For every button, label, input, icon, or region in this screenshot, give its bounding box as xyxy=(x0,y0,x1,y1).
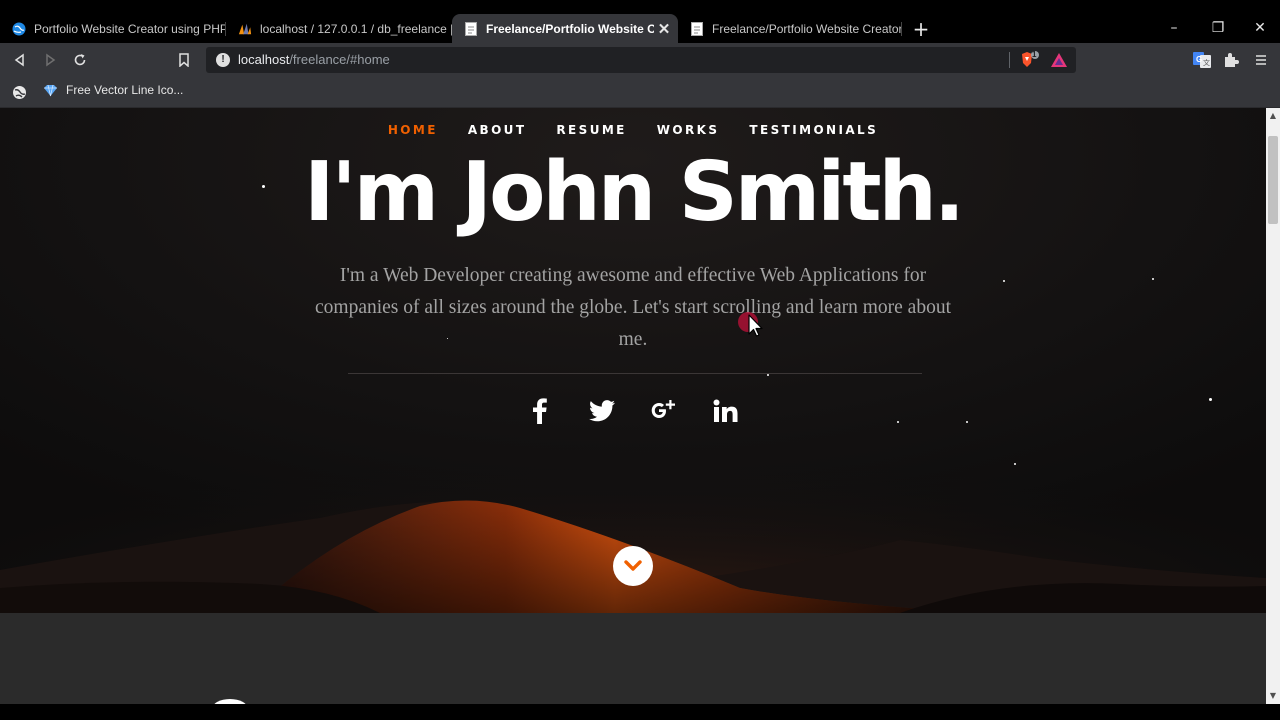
star xyxy=(1014,463,1016,465)
forward-button[interactable] xyxy=(38,49,62,71)
omnibox-divider xyxy=(1009,52,1010,68)
bookmark-label: Free Vector Line Ico... xyxy=(66,83,184,97)
nav-resume[interactable]: RESUME xyxy=(556,123,626,137)
tab-portfolio-creator[interactable]: Portfolio Website Creator using PHP w xyxy=(0,14,226,43)
shields-badge: 1 xyxy=(1032,50,1037,59)
extensions-button[interactable] xyxy=(1219,49,1243,71)
chevron-down-icon xyxy=(624,560,642,572)
close-tab-icon[interactable]: ✕ xyxy=(654,20,674,38)
svg-text:G: G xyxy=(1196,55,1202,64)
reload-icon xyxy=(74,54,86,66)
nav-testimonials[interactable]: TESTIMONIALS xyxy=(749,123,878,137)
facebook-icon xyxy=(533,398,547,424)
google-translate-icon: G文 xyxy=(1193,52,1211,68)
divider xyxy=(348,373,922,374)
minimize-button[interactable]: – xyxy=(1152,14,1196,42)
mouse-cursor xyxy=(738,310,764,346)
globe-icon xyxy=(12,22,26,36)
url-path: /freelance/#home xyxy=(289,52,390,67)
back-icon xyxy=(14,53,24,67)
tab-freelance-active[interactable]: Freelance/Portfolio Website Creat ✕ xyxy=(452,14,678,43)
translate-button[interactable]: G文 xyxy=(1190,49,1214,71)
bookmark-icon xyxy=(179,53,189,67)
page-scrollbar[interactable]: ▲ ▼ xyxy=(1266,108,1280,704)
phpmyadmin-icon xyxy=(238,22,252,36)
bookmark-button[interactable] xyxy=(172,49,196,71)
linkedin-link[interactable] xyxy=(709,394,743,428)
tab-freelance[interactable]: Freelance/Portfolio Website Creator xyxy=(678,14,902,43)
apps-globe-icon[interactable] xyxy=(12,85,27,104)
new-tab-button[interactable]: + xyxy=(908,16,934,42)
tab-title: Freelance/Portfolio Website Creat xyxy=(486,21,654,36)
tab-title: Freelance/Portfolio Website Creator xyxy=(712,21,902,36)
page-headline: I'm John Smith. xyxy=(303,145,965,240)
puzzle-icon xyxy=(1225,53,1239,67)
forward-icon xyxy=(46,53,56,67)
address-bar[interactable]: ! localhost/freelance/#home 1 xyxy=(206,47,1076,73)
svg-text:文: 文 xyxy=(1203,58,1210,67)
maximize-button[interactable]: ❐ xyxy=(1196,14,1240,42)
tab-separator xyxy=(901,22,902,36)
nav-works[interactable]: WORKS xyxy=(657,123,720,137)
star xyxy=(1152,278,1154,280)
tab-title: Portfolio Website Creator using PHP w xyxy=(34,21,226,36)
reload-button[interactable] xyxy=(68,49,92,71)
scroll-down-button[interactable] xyxy=(613,546,653,586)
facebook-link[interactable] xyxy=(523,394,557,428)
twitter-link[interactable] xyxy=(585,394,619,428)
hamburger-menu-icon xyxy=(1256,55,1266,65)
page-icon xyxy=(464,21,478,36)
bookmarks-bar: Free Vector Line Ico... xyxy=(0,77,1280,108)
browser-toolbar: ! localhost/freelance/#home 1 G文 xyxy=(0,43,1280,77)
intro-text: I'm a Web Developer creating awesome and… xyxy=(315,265,951,350)
url-text: localhost/freelance/#home xyxy=(238,52,390,67)
window-bottom-edge xyxy=(0,704,1280,720)
menu-button[interactable] xyxy=(1249,49,1273,71)
scrollbar-thumb[interactable] xyxy=(1268,136,1278,224)
page-icon xyxy=(690,21,704,36)
browser-tab-strip: Portfolio Website Creator using PHP w lo… xyxy=(0,0,1280,43)
close-window-button[interactable]: ✕ xyxy=(1238,14,1280,42)
brave-shields-icon[interactable]: 1 xyxy=(1020,50,1040,73)
tab-title: localhost / 127.0.0.1 / db_freelance | p xyxy=(260,21,452,36)
site-info-icon[interactable]: ! xyxy=(216,53,230,67)
social-links xyxy=(0,394,1266,428)
linkedin-icon xyxy=(713,399,739,423)
url-host: localhost xyxy=(238,52,290,67)
scroll-down-arrow-icon[interactable]: ▼ xyxy=(1269,692,1277,700)
page-viewport: HOME ABOUT RESUME WORKS TESTIMONIALS I'm… xyxy=(0,108,1266,704)
bookmark-item[interactable]: Free Vector Line Ico... xyxy=(43,83,183,97)
about-section-top xyxy=(0,613,1266,704)
back-button[interactable] xyxy=(8,49,32,71)
star xyxy=(767,374,769,376)
star xyxy=(1003,280,1005,282)
hero-section: HOME ABOUT RESUME WORKS TESTIMONIALS I'm… xyxy=(0,108,1266,613)
nav-about[interactable]: ABOUT xyxy=(468,123,527,137)
diamond-icon xyxy=(43,84,58,97)
twitter-icon xyxy=(589,400,615,422)
google-plus-link[interactable] xyxy=(647,394,681,428)
main-nav: HOME ABOUT RESUME WORKS TESTIMONIALS xyxy=(0,123,1266,137)
tab-phpmyadmin[interactable]: localhost / 127.0.0.1 / db_freelance | p xyxy=(226,14,452,43)
google-plus-icon xyxy=(649,397,679,425)
nav-home[interactable]: HOME xyxy=(388,123,438,137)
brave-rewards-icon[interactable] xyxy=(1050,52,1068,72)
scroll-up-arrow-icon[interactable]: ▲ xyxy=(1269,112,1277,120)
